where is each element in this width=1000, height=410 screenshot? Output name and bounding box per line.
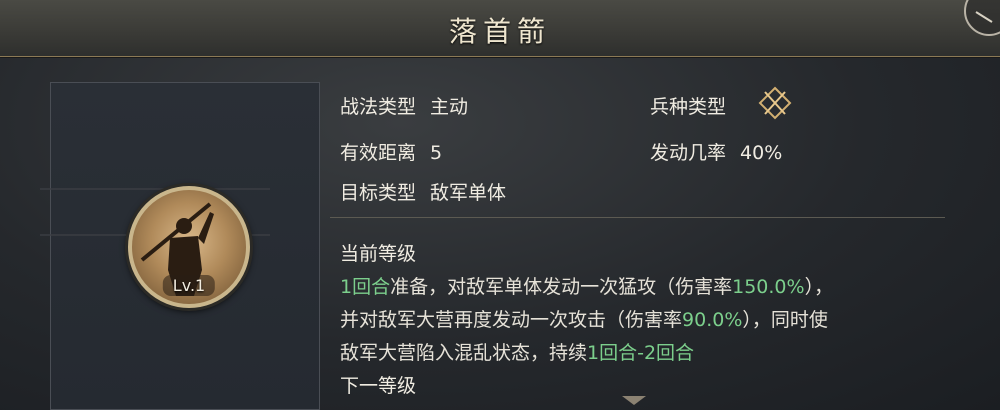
trigger-rate-row: 发动几率 40% [650, 138, 782, 165]
trigger-rate-value: 40% [740, 142, 783, 164]
close-icon [975, 11, 993, 23]
range-row: 有效距离 5 [340, 138, 442, 165]
description-text: 并对敌军大营再度发动一次攻击（伤害率 [340, 309, 683, 331]
tactic-type-label: 战法类型 [340, 96, 417, 118]
skill-title: 落首箭 [448, 15, 551, 48]
prep-rounds: 1回合 [340, 276, 391, 298]
trigger-rate-label: 发动几率 [650, 142, 727, 164]
target-label: 目标类型 [340, 182, 417, 204]
troop-type-label: 兵种类型 [650, 96, 727, 118]
description-text: ），同时使 [742, 309, 828, 331]
duration-rounds: 1回合-2回合 [587, 342, 695, 364]
current-level-header: 当前等级 [340, 243, 417, 265]
tactic-type-value: 主动 [430, 96, 469, 118]
divider [330, 217, 945, 218]
damage-rate-1: 150.0% [732, 276, 805, 298]
title-bar: 落首箭 [0, 0, 1000, 57]
tactic-type-row: 战法类型 主动 [340, 92, 468, 119]
description-line-1: 1回合准备，对敌军单体发动一次猛攻（伤害率150.0%）， [340, 271, 940, 304]
damage-rate-2: 90.0% [682, 309, 743, 331]
description-line-2: 并对敌军大营再度发动一次攻击（伤害率90.0%），同时使 [340, 304, 940, 337]
description-text: 准备，对敌军单体发动一次猛攻（伤害率 [390, 276, 733, 298]
target-row: 目标类型 敌军单体 [340, 178, 506, 205]
crossed-arrows-icon [758, 86, 792, 120]
skill-description: 当前等级 1回合准备，对敌军单体发动一次猛攻（伤害率150.0%）， 并对敌军大… [340, 238, 940, 403]
level-badge: Lv.1 [162, 275, 216, 296]
range-value: 5 [430, 142, 443, 164]
description-text: 敌军大营陷入混乱状态，持续 [340, 342, 588, 364]
troop-type-row: 兵种类型 [650, 92, 726, 119]
description-text: ）， [804, 276, 834, 298]
skill-portrait: Lv.1 [128, 186, 250, 308]
target-value: 敌军单体 [430, 182, 507, 204]
range-label: 有效距离 [340, 142, 417, 164]
description-line-3: 敌军大营陷入混乱状态，持续1回合-2回合 [340, 337, 940, 370]
scroll-down-icon[interactable] [622, 396, 646, 405]
